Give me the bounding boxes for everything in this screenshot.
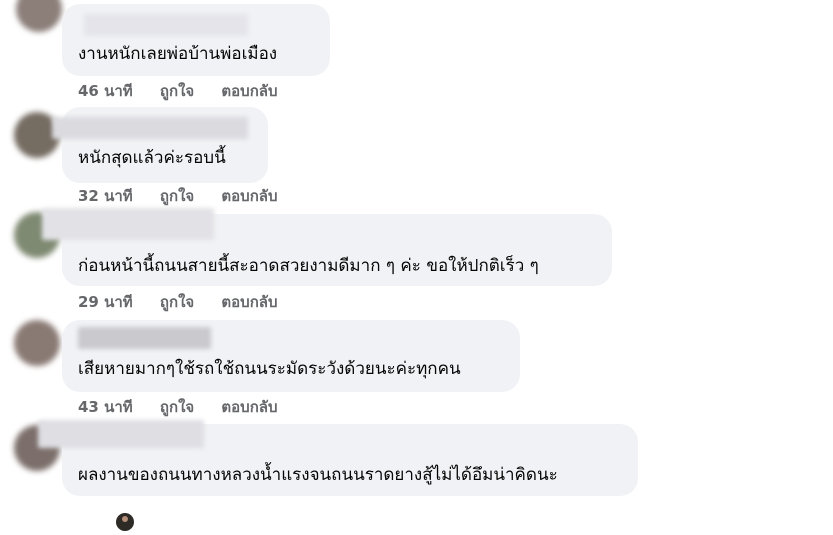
like-link[interactable]: ถูกใจ <box>160 397 194 417</box>
reply-link[interactable]: ตอบกลับ <box>221 397 277 417</box>
comment-bubble: เสียหายมากๆใช้รถใช้ถนนระมัดระวังด้วยนะค่… <box>62 320 520 392</box>
comment-timestamp[interactable]: 32 นาที <box>78 186 133 206</box>
comment-actions: 32 นาที ถูกใจ ตอบกลับ <box>78 186 278 206</box>
commenter-name[interactable] <box>84 14 248 36</box>
comment-actions: 46 นาที ถูกใจ ตอบกลับ <box>78 81 278 101</box>
comment-thread: งานหนักเลยพ่อบ้านพ่อเมือง 46 นาที ถูกใจ … <box>0 0 833 535</box>
reply-link[interactable]: ตอบกลับ <box>221 186 277 206</box>
comment-text: ผลงานของถนนทางหลวงน้ำแรงจนถนนราดยางสู้ไม… <box>78 465 558 485</box>
comment-timestamp[interactable]: 29 นาที <box>78 292 133 312</box>
commenter-name[interactable] <box>38 420 204 448</box>
commenter-name[interactable] <box>78 327 211 349</box>
reply-link[interactable]: ตอบกลับ <box>221 292 277 312</box>
reply-link[interactable]: ตอบกลับ <box>221 81 277 101</box>
avatar[interactable] <box>16 0 62 32</box>
comment-bubble: ก่อนหน้านี้ถนนสายนี้สะอาดสวยงามดีมาก ๆ ค… <box>42 208 612 286</box>
like-link[interactable]: ถูกใจ <box>160 292 194 312</box>
comment-text: หนักสุดแล้วค่ะรอบนี้ <box>78 148 226 168</box>
comment-text: เสียหายมากๆใช้รถใช้ถนนระมัดระวังด้วยนะค่… <box>78 359 461 379</box>
comment-bubble: ผลงานของถนนทางหลวงน้ำแรงจนถนนราดยางสู้ไม… <box>38 420 638 496</box>
comment-text: ก่อนหน้านี้ถนนสายนี้สะอาดสวยงามดีมาก ๆ ค… <box>78 256 539 276</box>
comment-bubble: หนักสุดแล้วค่ะรอบนี้ <box>52 107 268 183</box>
comment-timestamp[interactable]: 46 นาที <box>78 81 133 101</box>
like-link[interactable]: ถูกใจ <box>160 186 194 206</box>
comment-actions: 43 นาที ถูกใจ ตอบกลับ <box>78 397 278 417</box>
like-link[interactable]: ถูกใจ <box>160 81 194 101</box>
commenter-name[interactable] <box>52 117 248 139</box>
avatar[interactable] <box>14 320 60 366</box>
user-avatar[interactable] <box>103 510 147 535</box>
comment-text: งานหนักเลยพ่อบ้านพ่อเมือง <box>78 44 278 64</box>
comment-actions: 29 นาที ถูกใจ ตอบกลับ <box>78 292 278 312</box>
commenter-name[interactable] <box>42 208 214 240</box>
comment-bubble: งานหนักเลยพ่อบ้านพ่อเมือง <box>62 4 330 76</box>
comment-timestamp[interactable]: 43 นาที <box>78 397 133 417</box>
